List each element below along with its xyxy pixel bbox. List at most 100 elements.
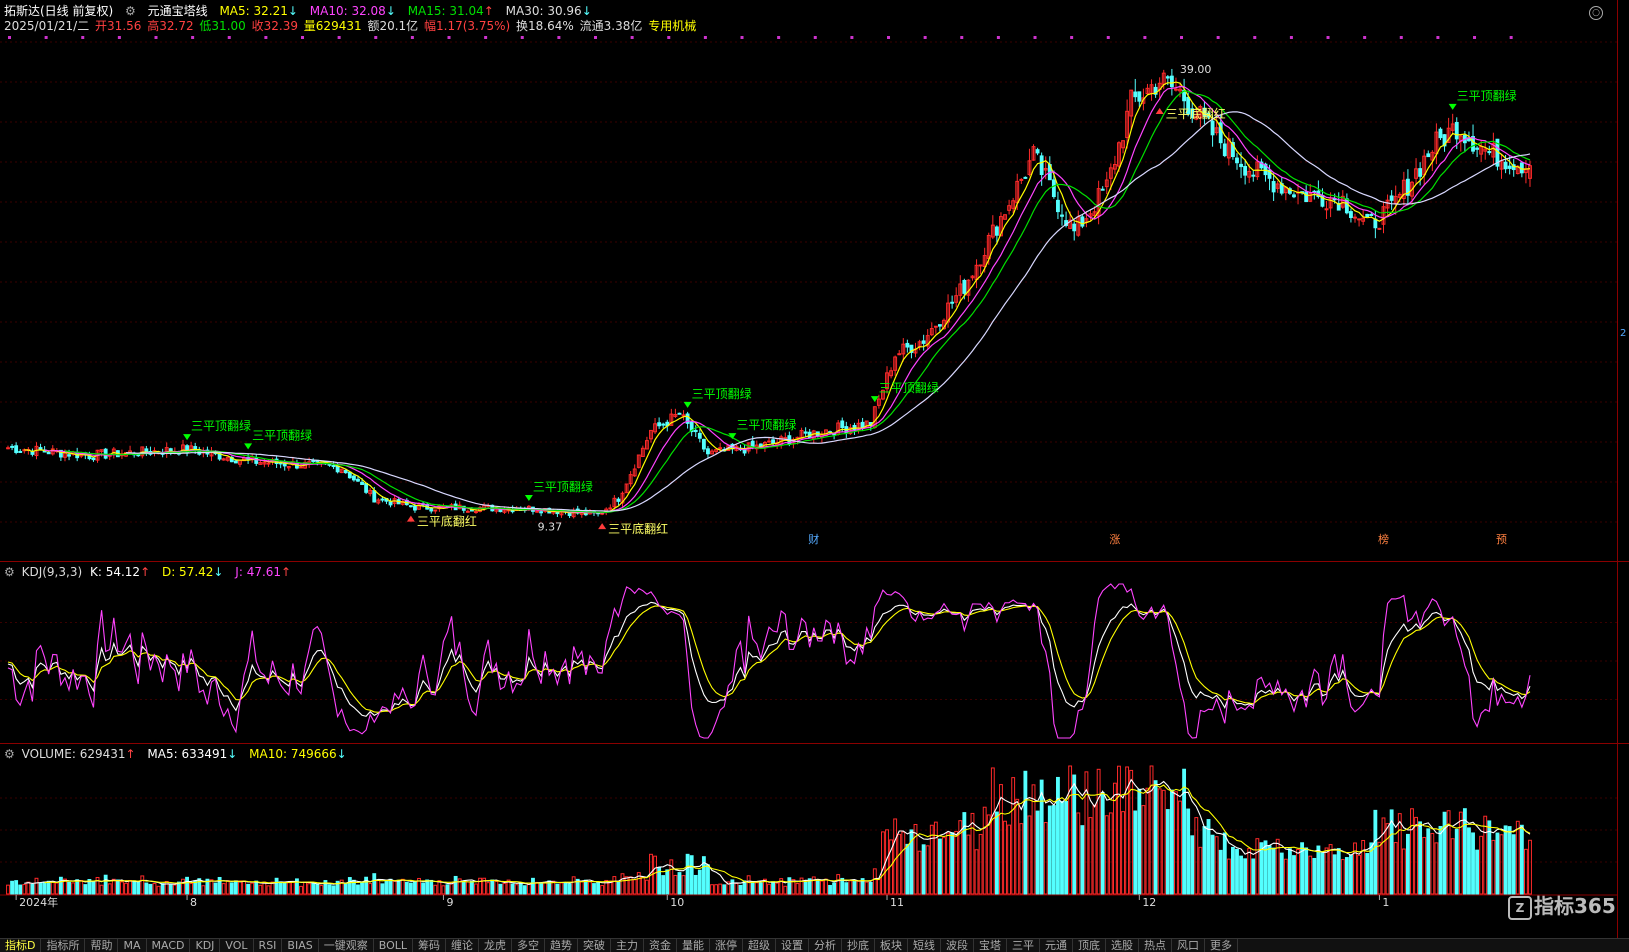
volume-bar: [356, 884, 360, 895]
volume-bar: [925, 845, 930, 895]
indicator-tab[interactable]: 风口: [1172, 939, 1206, 952]
candle-body: [91, 457, 96, 461]
candle-body: [1454, 121, 1459, 140]
volume-bar: [124, 882, 128, 895]
indicator-tab[interactable]: 趋势: [545, 939, 579, 952]
candle-body: [1426, 153, 1431, 158]
candle-body: [1271, 181, 1276, 193]
candle-body: [1100, 188, 1105, 191]
volume-bar: [738, 884, 743, 895]
volume-bar: [1251, 858, 1256, 895]
volume-bar: [1446, 810, 1451, 895]
indicator-tab[interactable]: RSI: [254, 939, 283, 952]
candlestick-chart[interactable]: 39.009.37三平顶翻绿三平顶翻绿三平底翻红三平顶翻绿三平底翻红三平顶翻绿三…: [0, 0, 1617, 561]
indicator-tab[interactable]: 波段: [941, 939, 975, 952]
indicator-tab[interactable]: 多空: [512, 939, 546, 952]
volume-bar: [1405, 833, 1410, 895]
volume-bar: [1247, 848, 1252, 895]
indicator-tab[interactable]: 量能: [677, 939, 711, 952]
candle-body: [921, 340, 926, 344]
candle-body: [937, 324, 942, 327]
volume-bar: [787, 877, 792, 895]
volume-bar: [522, 885, 527, 895]
volume-bar: [819, 880, 824, 895]
candle-body: [681, 414, 686, 417]
volume-bar: [563, 882, 568, 895]
indicator-tab[interactable]: 指标所: [41, 939, 86, 952]
candle-body: [1389, 195, 1394, 201]
indicator-tab[interactable]: MACD: [147, 939, 191, 952]
indicator-tab[interactable]: 涨停: [710, 939, 744, 952]
indicator-tab[interactable]: 超级: [743, 939, 777, 952]
indicator-tab[interactable]: 顶底: [1073, 939, 1107, 952]
indicator-tab[interactable]: 选股: [1106, 939, 1140, 952]
volume-bar: [429, 879, 434, 895]
volume-bar: [677, 872, 682, 895]
volume-bar: [600, 885, 605, 895]
kdj-pane[interactable]: ⚙ KDJ(9,3,3) K: 54.12↑ D: 57.42↓ J: 47.6…: [0, 561, 1629, 744]
indicator-tab[interactable]: 更多: [1205, 939, 1239, 952]
candle-body: [46, 451, 51, 455]
indicator-tab[interactable]: 龙虎: [479, 939, 513, 952]
indicator-tab[interactable]: 热点: [1139, 939, 1173, 952]
indicator-tab[interactable]: BIAS: [282, 939, 319, 952]
candle-body: [18, 450, 23, 453]
volume-bar: [115, 879, 120, 895]
volume-bar: [46, 880, 51, 895]
indicator-tab[interactable]: 缠论: [446, 939, 480, 952]
candle-body: [1369, 214, 1374, 217]
volume-bar: [1442, 811, 1447, 895]
volume-pane[interactable]: ⚙ VOLUME: 629431↑ MA5: 633491↓ MA10: 749…: [0, 743, 1629, 939]
indicator-tab[interactable]: 分析: [809, 939, 843, 952]
volume-bar: [1035, 810, 1040, 895]
indicator-tab[interactable]: 设置: [776, 939, 810, 952]
indicator-tab[interactable]: 主力: [611, 939, 645, 952]
indicator-tab[interactable]: 资金: [644, 939, 678, 952]
volume-bar: [1401, 848, 1406, 895]
volume-bar: [596, 881, 601, 895]
time-label: 2024年: [19, 895, 58, 909]
indicator-tab[interactable]: 元通: [1040, 939, 1074, 952]
indicator-tab[interactable]: 宝塔: [974, 939, 1008, 952]
indicator-tab[interactable]: 帮助: [85, 939, 119, 952]
indicator-tab[interactable]: 指标D: [0, 939, 42, 952]
volume-bar: [307, 883, 312, 895]
price-pane[interactable]: 拓斯达(日线 前复权) ⚙ 元通宝塔线 MA5: 32.21↓ MA10: 32…: [0, 0, 1629, 561]
indicator-tab[interactable]: 短线: [908, 939, 942, 952]
sell-arrow-icon: [683, 401, 692, 408]
volume-bar: [616, 881, 621, 895]
indicator-tab-bar[interactable]: 指标D 指标所 帮助 MA MACD KDJ VOL RSI BIAS 一键观察 BOLL 筹码 缠论…: [0, 938, 1629, 952]
zoom-toggle-icon[interactable]: ○: [1589, 6, 1603, 20]
volume-bar: [498, 883, 503, 895]
volume-bar: [535, 881, 539, 895]
candle-body: [14, 445, 19, 453]
marker-dot: [484, 36, 488, 39]
volume-bar: [319, 884, 324, 895]
volume-bar: [937, 838, 942, 895]
candle-body: [1133, 91, 1138, 98]
volume-bar: [824, 878, 828, 895]
indicator-tab[interactable]: 筹码: [413, 939, 447, 952]
indicator-tab[interactable]: 一键观察: [319, 939, 374, 952]
indicator-tab[interactable]: 板块: [875, 939, 909, 952]
volume-bar: [1088, 817, 1093, 895]
candle-body: [1353, 216, 1357, 219]
indicator-tab[interactable]: KDJ: [190, 939, 221, 952]
volume-bar: [1157, 788, 1162, 895]
volume-bar: [714, 884, 719, 895]
indicator-tab[interactable]: 突破: [578, 939, 612, 952]
right-price-axis[interactable]: 2: [1617, 0, 1629, 938]
kdj-chart[interactable]: [0, 562, 1617, 744]
volume-chart[interactable]: 2024年 8 9 10 11 12 1: [0, 744, 1617, 939]
indicator-tab[interactable]: 抄底: [842, 939, 876, 952]
candle-body: [299, 466, 303, 469]
indicator-tab[interactable]: 三平: [1007, 939, 1041, 952]
candle-body: [351, 475, 356, 481]
volume-bar: [897, 833, 902, 895]
volume-bar: [1198, 846, 1203, 895]
indicator-tab[interactable]: BOLL: [374, 939, 414, 952]
indicator-tab[interactable]: VOL: [220, 939, 254, 952]
candle-body: [67, 454, 71, 457]
indicator-tab[interactable]: MA: [118, 939, 147, 952]
volume-bar: [1072, 774, 1077, 895]
